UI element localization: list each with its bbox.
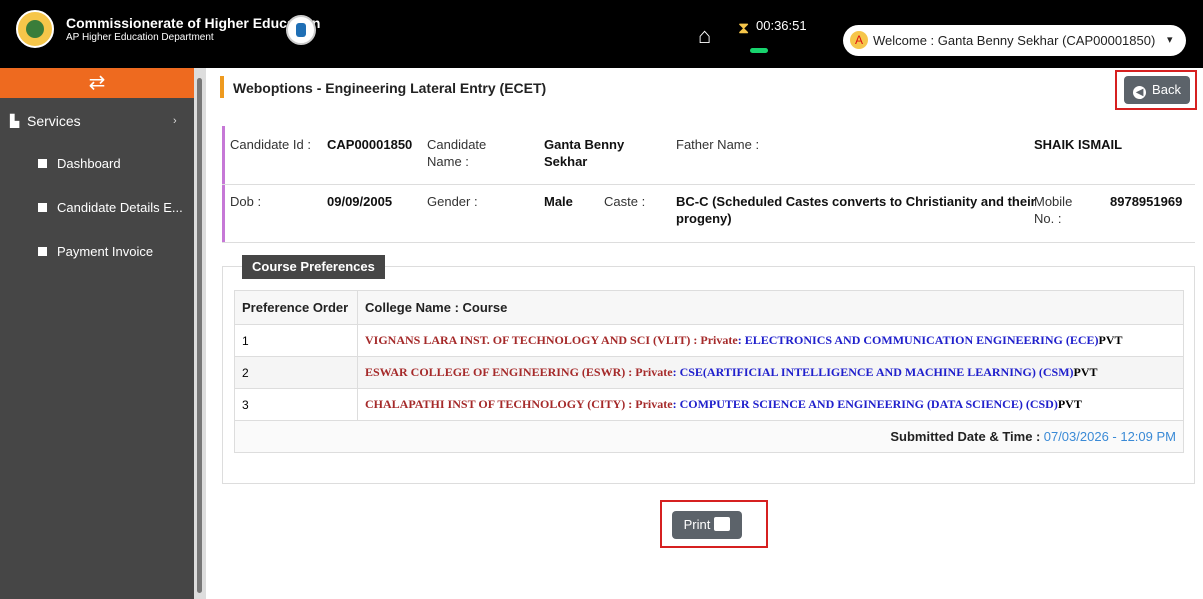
- dob-value: 09/09/2005: [327, 194, 393, 209]
- college-name: VIGNANS LARA INST. OF TECHNOLOGY AND SCI…: [365, 333, 738, 347]
- father-name-value: SHAIK ISMAIL: [1034, 137, 1123, 152]
- preference-order: 2: [234, 356, 358, 389]
- scrollbar-thumb[interactable]: [197, 78, 202, 593]
- sidebar-item-services[interactable]: Services: [27, 113, 81, 129]
- college-name: CHALAPATHI INST OF TECHNOLOGY (CITY) : P…: [365, 397, 673, 411]
- highlight-box-print: [660, 500, 768, 548]
- highlight-box-back: [1115, 70, 1197, 110]
- sidebar-item-label: Candidate Details E...: [57, 200, 183, 215]
- brand-title: Commissionerate of Higher Education: [66, 15, 321, 31]
- sidebar-item-dashboard[interactable]: Dashboard: [38, 156, 121, 171]
- preferences-table: Preference Order College Name : Course 1…: [234, 290, 1184, 453]
- college-course-cell: VIGNANS LARA INST. OF TECHNOLOGY AND SCI…: [357, 324, 1184, 357]
- page-title: Weboptions - Engineering Lateral Entry (…: [233, 80, 547, 96]
- submitted-value: 07/03/2026 - 12:09 PM: [1043, 429, 1176, 444]
- candidate-id-value: CAP00001850: [327, 137, 413, 152]
- father-name-label: Father Name :: [676, 137, 760, 152]
- college-type: PVT: [1098, 333, 1123, 347]
- sidebar-toggle-button[interactable]: ⇄: [0, 68, 194, 98]
- table-header-row: Preference Order College Name : Course: [234, 290, 1184, 325]
- candidate-details-icon: [38, 203, 47, 213]
- course-name: : COMPUTER SCIENCE AND ENGINEERING (DATA…: [672, 397, 1058, 411]
- submitted-label: Submitted Date & Time :: [890, 429, 1041, 444]
- sidebar-item-label: Dashboard: [57, 156, 121, 171]
- course-preferences-legend: Course Preferences: [242, 255, 385, 279]
- column-header: Preference Order: [234, 290, 358, 325]
- mobile-value: 8978951969: [1110, 194, 1183, 209]
- title-accent-bar: [220, 76, 224, 98]
- emblem-logo: [286, 15, 316, 45]
- services-icon: ▙: [10, 114, 20, 128]
- candidate-id-label: Candidate Id :: [230, 137, 311, 152]
- chevron-down-icon: ▾: [1167, 34, 1173, 46]
- timer-indicator: [750, 48, 768, 53]
- table-row: 2 ESWAR COLLEGE OF ENGINEERING (ESWR) : …: [234, 356, 1184, 389]
- dashboard-icon: [38, 159, 47, 169]
- course-name: : ELECTRONICS AND COMMUNICATION ENGINEER…: [737, 333, 1099, 347]
- caste-label: Caste :: [604, 194, 646, 209]
- gender-label: Gender :: [427, 194, 478, 209]
- college-course-cell: CHALAPATHI INST OF TECHNOLOGY (CITY) : P…: [357, 388, 1184, 421]
- sidebar-item-candidate-details[interactable]: Candidate Details E...: [38, 200, 183, 215]
- ap-government-logo: [16, 10, 54, 48]
- hourglass-icon: ⧗: [738, 20, 750, 37]
- column-header: College Name : Course: [357, 290, 1184, 325]
- chevron-right-icon: ›: [173, 115, 177, 127]
- caste-value: BC-C (Scheduled Castes converts to Chris…: [676, 194, 1036, 226]
- sidebar-item-label: Payment Invoice: [57, 244, 154, 259]
- mobile-label: Mobile No. :: [1034, 194, 1073, 226]
- submitted-cell: Submitted Date & Time : 07/03/2026 - 12:…: [234, 420, 1184, 453]
- candidate-name-label: Candidate Name :: [427, 137, 487, 169]
- gender-value: Male: [544, 194, 573, 209]
- preference-order: 3: [234, 388, 358, 421]
- submitted-row: Submitted Date & Time : 07/03/2026 - 12:…: [234, 420, 1184, 453]
- candidate-name-value: Ganta Benny Sekhar: [544, 137, 625, 169]
- divider: [222, 242, 1195, 243]
- payment-invoice-icon: [38, 247, 47, 257]
- college-name: ESWAR COLLEGE OF ENGINEERING (ESWR) : Pr…: [365, 365, 673, 379]
- user-menu[interactable]: A Welcome : Ganta Benny Sekhar (CAP00001…: [843, 25, 1186, 56]
- table-row: 3 CHALAPATHI INST OF TECHNOLOGY (CITY) :…: [234, 388, 1184, 421]
- home-icon[interactable]: ⌂: [698, 23, 711, 49]
- table-row: 1 VIGNANS LARA INST. OF TECHNOLOGY AND S…: [234, 324, 1184, 357]
- user-avatar: A: [850, 31, 868, 49]
- college-type: PVT: [1073, 365, 1098, 379]
- preference-order: 1: [234, 324, 358, 357]
- college-course-cell: ESWAR COLLEGE OF ENGINEERING (ESWR) : Pr…: [357, 356, 1184, 389]
- brand-subtitle: AP Higher Education Department: [66, 32, 214, 43]
- college-type: PVT: [1057, 397, 1082, 411]
- sidebar: [0, 68, 194, 599]
- divider: [222, 184, 1195, 185]
- session-timer: 00:36:51: [756, 18, 807, 33]
- sidebar-item-payment-invoice[interactable]: Payment Invoice: [38, 244, 153, 259]
- welcome-text: Welcome : Ganta Benny Sekhar (CAP0000185…: [873, 33, 1156, 48]
- dob-label: Dob :: [230, 194, 262, 209]
- course-name: : CSE(ARTIFICIAL INTELLIGENCE AND MACHIN…: [672, 365, 1074, 379]
